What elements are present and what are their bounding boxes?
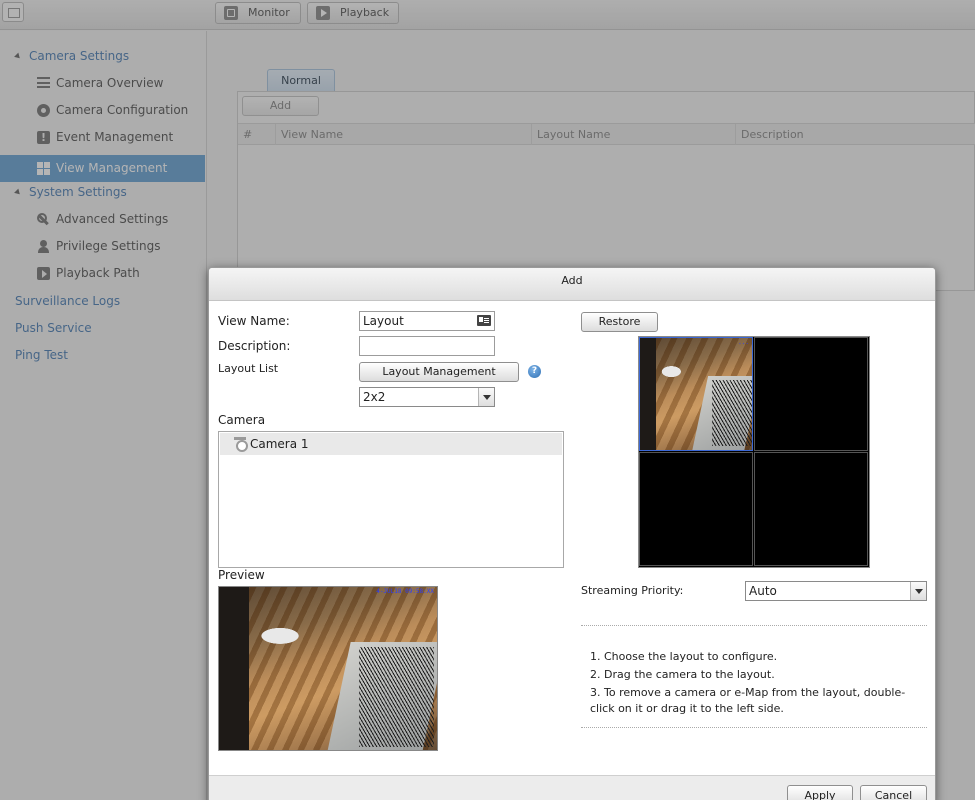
apply-button[interactable]: Apply [787,785,853,800]
description-label: Description: [218,339,291,353]
grid-timestamp: ... [738,339,749,346]
preview-image: 4-JUL18 09:58:XX [218,586,438,751]
chevron-down-icon[interactable] [910,582,926,600]
view-name-field[interactable]: Layout [359,311,495,331]
camera-section-label: Camera [218,413,266,427]
streaming-priority-value: Auto [749,584,777,598]
help-icon[interactable]: ? [528,365,541,378]
feed-shadow [640,338,656,450]
instruction-item: 1. Choose the layout to configure. [590,650,778,663]
layout-cell-2[interactable] [754,337,868,451]
layout-cell-4[interactable] [754,452,868,566]
instruction-item: 3. To remove a camera or e-Map from the … [590,686,906,715]
instruction-item: 2. Drag the camera to the layout. [590,668,775,681]
layout-select[interactable]: 2x2 [359,387,495,407]
list-item[interactable]: Camera 1 [220,433,562,455]
feed-shadow [219,587,249,750]
feed-drawing [712,380,752,446]
view-name-label: View Name: [218,314,290,328]
view-name-value: Layout [363,314,404,328]
add-view-dialog: Add View Name: Layout Description: Layou… [208,267,936,800]
streaming-priority-label: Streaming Priority: [581,584,684,597]
layout-management-button[interactable]: Layout Management [359,362,519,382]
layout-cell-3[interactable] [639,452,753,566]
layout-list-label: Layout List [218,362,279,375]
description-field[interactable] [359,336,495,356]
instructions: 1. Choose the layout to configure. 2. Dr… [590,649,920,719]
divider [581,625,927,626]
streaming-priority-select[interactable]: Auto [745,581,927,601]
layout-select-value: 2x2 [363,390,386,404]
camera-icon [234,437,248,452]
restore-button[interactable]: Restore [581,312,658,332]
dialog-footer: Apply Cancel [209,775,935,800]
feed-drawing [359,647,434,747]
dialog-title: Add [209,268,935,301]
camera-item-label: Camera 1 [250,437,309,451]
layout-cell-1[interactable]: ... [639,337,753,451]
preview-timestamp: 4-JUL18 09:58:XX [376,588,434,595]
divider [581,727,927,728]
layout-grid: ... [638,336,870,568]
chevron-down-icon[interactable] [478,388,494,406]
camera-list: Camera 1 [218,431,564,568]
preview-label: Preview [218,568,265,582]
id-card-icon[interactable] [477,315,491,326]
cancel-button[interactable]: Cancel [860,785,927,800]
